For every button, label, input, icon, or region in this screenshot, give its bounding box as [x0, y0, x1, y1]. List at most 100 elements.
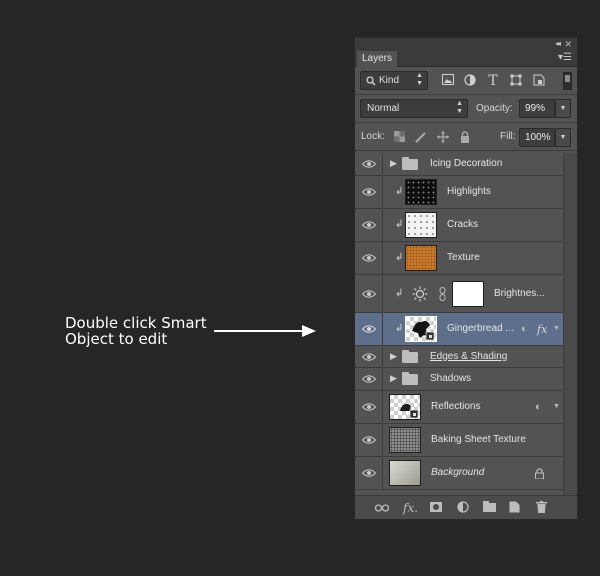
eye-icon: [362, 221, 376, 229]
collapse-panel-icon[interactable]: ◂◂: [555, 38, 561, 50]
layer-row-edges-shading[interactable]: ▶ Edges & Shading: [355, 346, 563, 368]
folder-icon: [402, 157, 418, 170]
layer-name: Edges & Shading: [430, 350, 508, 362]
visibility-toggle[interactable]: [355, 391, 383, 423]
eye-icon: [362, 469, 376, 477]
eye-icon: [362, 254, 376, 262]
visibility-toggle[interactable]: [355, 153, 383, 175]
layer-row-baking-sheet-texture[interactable]: Baking Sheet Texture: [355, 424, 563, 457]
smart-object-thumbnail[interactable]: [389, 394, 421, 420]
opacity-dropdown-icon[interactable]: ▼: [555, 99, 571, 118]
layer-thumbnail: [405, 245, 437, 271]
smart-object-filter-icon[interactable]: [532, 74, 546, 88]
pixel-layer-filter-icon[interactable]: [441, 74, 455, 88]
add-layer-style-icon[interactable]: fx.: [403, 501, 418, 515]
magnifier-icon: [366, 76, 376, 86]
panel-bottom-bar: fx.: [355, 495, 577, 519]
layers-scrollbar[interactable]: [563, 153, 577, 496]
type-filter-icon[interactable]: T: [486, 74, 500, 88]
panel-tabbar: Layers ▾☰: [355, 50, 577, 68]
lock-all-icon[interactable]: [459, 131, 471, 143]
delete-layer-icon[interactable]: [536, 501, 547, 516]
visibility-toggle[interactable]: [355, 313, 383, 345]
filter-kind-select[interactable]: Kind ▲ ▼: [360, 71, 428, 90]
filter-mask-icon[interactable]: ◐: [535, 401, 542, 413]
expand-group-icon[interactable]: ▶: [390, 373, 397, 384]
add-mask-icon[interactable]: [430, 501, 442, 515]
fill-field[interactable]: 100% ▼: [519, 128, 571, 147]
visibility-toggle[interactable]: [355, 346, 383, 367]
eye-icon: [362, 352, 376, 361]
eye-icon: [362, 188, 376, 196]
gingerbread-silhouette-icon: [412, 321, 435, 341]
opacity-value: 99%: [525, 103, 546, 114]
eye-icon: [362, 325, 376, 333]
folder-icon: [402, 372, 418, 385]
blend-row: Normal ▲ ▼ Opacity: 99% ▼: [355, 95, 577, 123]
layer-name: Highlights: [447, 186, 491, 197]
opacity-field[interactable]: 99% ▼: [519, 99, 571, 118]
fx-icon[interactable]: fx: [537, 323, 547, 336]
close-panel-icon[interactable]: ✕: [564, 38, 572, 50]
clipping-mask-icon: ↲: [395, 287, 404, 299]
layer-row-gingerbread[interactable]: ↲ Gingerbread ... ◐ fx ▼: [355, 313, 563, 346]
expand-effects-icon[interactable]: ▼: [553, 403, 560, 410]
expand-effects-icon[interactable]: ▼: [553, 325, 560, 332]
clipping-mask-icon: ↲: [395, 219, 404, 230]
new-adjustment-layer-icon[interactable]: [457, 501, 469, 516]
layer-row-reflections[interactable]: Reflections ◐ ▼: [355, 391, 563, 424]
annotation-line-1: Double click Smart: [65, 314, 207, 332]
shape-filter-icon[interactable]: [509, 74, 523, 88]
lock-row: Lock: Fill: 100% ▼: [355, 123, 577, 151]
filter-toggle-switch[interactable]: [563, 72, 572, 90]
new-group-icon[interactable]: [483, 501, 496, 515]
fill-label: Fill:: [500, 131, 516, 142]
new-layer-icon[interactable]: [509, 501, 520, 516]
layer-mask-thumbnail[interactable]: [452, 280, 484, 307]
clipping-mask-icon: ↲: [395, 252, 404, 263]
eye-icon: [362, 289, 376, 298]
clipping-mask-icon: ↲: [395, 323, 404, 334]
expand-group-icon[interactable]: ▶: [390, 351, 397, 362]
tab-layers[interactable]: Layers: [357, 51, 397, 68]
visibility-toggle[interactable]: [355, 209, 383, 241]
expand-group-icon[interactable]: ▶: [390, 158, 397, 169]
visibility-toggle[interactable]: [355, 275, 383, 312]
lock-icon[interactable]: [535, 468, 544, 479]
folder-icon: [402, 349, 418, 363]
layer-thumbnail: [389, 427, 421, 453]
visibility-toggle[interactable]: [355, 368, 383, 390]
layer-row-texture[interactable]: ↲ Texture: [355, 242, 563, 275]
layer-name: Icing Decoration: [430, 158, 503, 169]
fill-value: 100%: [525, 132, 551, 143]
layer-name: Background: [431, 467, 485, 478]
lock-position-icon[interactable]: [437, 131, 449, 143]
eye-icon: [362, 436, 376, 444]
layer-row-shadows[interactable]: ▶ Shadows: [355, 368, 563, 391]
visibility-toggle[interactable]: [355, 457, 383, 489]
link-layers-icon[interactable]: [374, 501, 390, 515]
panel-menu-icon[interactable]: ▾☰: [558, 52, 572, 63]
adjustment-filter-icon[interactable]: [463, 74, 477, 88]
fill-dropdown-icon[interactable]: ▼: [555, 128, 571, 147]
visibility-toggle[interactable]: [355, 176, 383, 208]
layer-row-brightness[interactable]: ↲ Brightnes...: [355, 275, 563, 313]
layer-row-icing-decoration[interactable]: ▶ Icing Decoration: [355, 153, 563, 176]
lock-image-pixels-icon[interactable]: [415, 131, 427, 143]
layer-row-highlights[interactable]: ↲ Highlights: [355, 176, 563, 209]
filter-mask-icon[interactable]: ◐: [521, 323, 528, 335]
blend-mode-select[interactable]: Normal ▲ ▼: [360, 99, 468, 118]
visibility-toggle[interactable]: [355, 242, 383, 274]
clipping-mask-icon: ↲: [395, 186, 404, 197]
lock-transparent-pixels-icon[interactable]: [393, 131, 405, 143]
layer-row-background[interactable]: Background: [355, 457, 563, 490]
filter-row: Kind ▲ ▼ T: [355, 67, 577, 95]
reflection-silhouette-icon: [400, 403, 419, 419]
link-icon[interactable]: [439, 287, 446, 301]
smart-object-thumbnail[interactable]: [405, 316, 437, 342]
eye-icon: [362, 403, 376, 411]
layer-thumbnail: [405, 212, 437, 238]
visibility-toggle[interactable]: [355, 424, 383, 456]
layer-row-cracks[interactable]: ↲ Cracks: [355, 209, 563, 242]
layer-name: Reflections: [431, 401, 481, 412]
